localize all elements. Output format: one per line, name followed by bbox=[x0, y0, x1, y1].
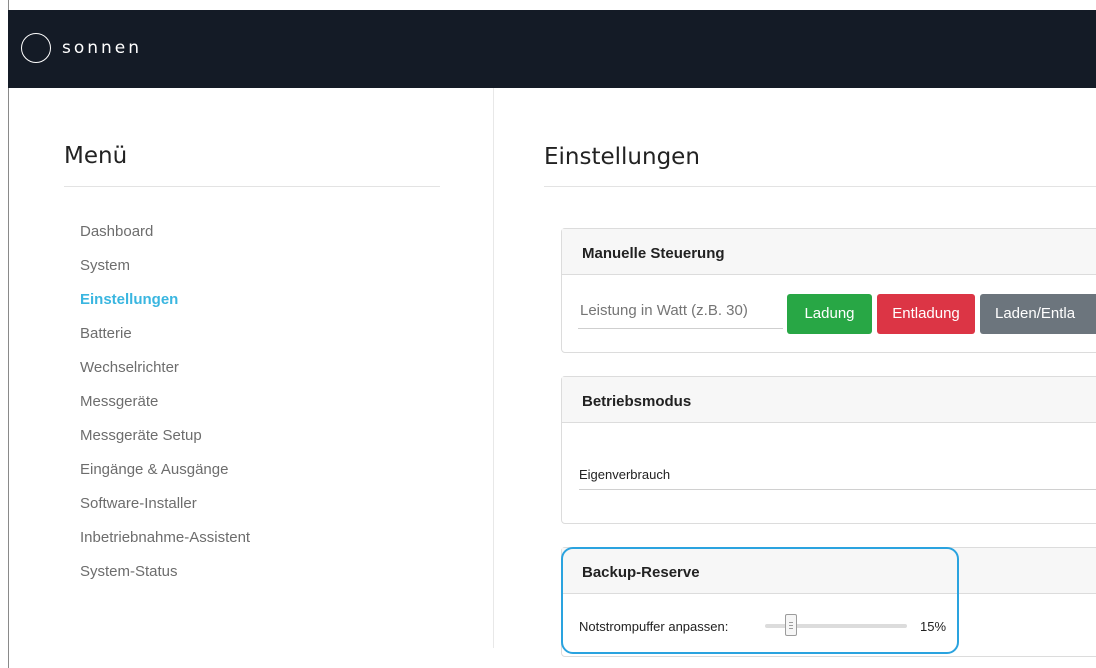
brand-name[interactable]: sonnen bbox=[62, 38, 142, 58]
operating-mode-header: Betriebsmodus bbox=[562, 377, 1096, 423]
app-window: sonnen Menü Dashboard System Einstellung… bbox=[0, 0, 1096, 668]
backup-reserve-header: Backup-Reserve bbox=[562, 548, 1096, 594]
sidebar-divider bbox=[493, 88, 494, 648]
operating-mode-card: Betriebsmodus Eigenverbrauch bbox=[561, 376, 1096, 524]
backup-reserve-card: Backup-Reserve Notstrompuffer anpassen: … bbox=[561, 547, 1096, 657]
sidebar-item-messgeraete-setup[interactable]: Messgeräte Setup bbox=[80, 426, 250, 460]
operating-mode-underline bbox=[579, 489, 1096, 490]
sidebar-item-batterie[interactable]: Batterie bbox=[80, 324, 250, 358]
charge-discharge-button[interactable]: Laden/Entla bbox=[980, 294, 1096, 334]
top-navbar: sonnen bbox=[8, 10, 1096, 88]
backup-slider-value: 15% bbox=[920, 619, 947, 634]
window-edge bbox=[8, 0, 9, 668]
sidebar-item-einstellungen[interactable]: Einstellungen bbox=[80, 290, 250, 324]
sonnen-logo-icon[interactable] bbox=[21, 33, 51, 63]
sidebar-item-system[interactable]: System bbox=[80, 256, 250, 290]
manual-control-header: Manuelle Steuerung bbox=[562, 229, 1096, 275]
sidebar-item-system-status[interactable]: System-Status bbox=[80, 562, 250, 596]
sidebar-item-eingaenge-ausgaenge[interactable]: Eingänge & Ausgänge bbox=[80, 460, 250, 494]
page-title-divider bbox=[544, 186, 1096, 187]
watt-input[interactable] bbox=[578, 293, 783, 329]
operating-mode-select[interactable]: Eigenverbrauch bbox=[579, 467, 670, 482]
sidebar-item-messgeraete[interactable]: Messgeräte bbox=[80, 392, 250, 426]
sidebar-item-dashboard[interactable]: Dashboard bbox=[80, 222, 250, 256]
backup-slider-handle[interactable] bbox=[785, 614, 798, 636]
sidebar-title: Menü bbox=[64, 143, 128, 169]
page-title: Einstellungen bbox=[544, 144, 700, 170]
charge-button[interactable]: Ladung bbox=[787, 294, 872, 334]
sidebar-title-divider bbox=[64, 186, 440, 187]
sidebar-menu: Dashboard System Einstellungen Batterie … bbox=[80, 222, 250, 596]
discharge-button[interactable]: Entladung bbox=[877, 294, 975, 334]
sidebar-item-wechselrichter[interactable]: Wechselrichter bbox=[80, 358, 250, 392]
sidebar-item-software-installer[interactable]: Software-Installer bbox=[80, 494, 250, 528]
sidebar-item-inbetriebnahme-assistent[interactable]: Inbetriebnahme-Assistent bbox=[80, 528, 250, 562]
backup-slider-label: Notstrompuffer anpassen: bbox=[579, 619, 729, 634]
manual-control-card: Manuelle Steuerung Ladung Entladung Lade… bbox=[561, 228, 1096, 353]
